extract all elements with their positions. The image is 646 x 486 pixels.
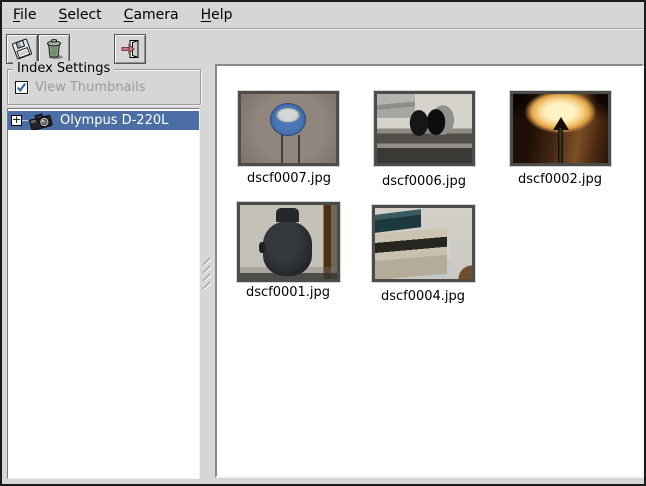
menu-help[interactable]: Help	[198, 5, 236, 25]
menu-help-mnemonic: H	[201, 7, 212, 23]
pane-resize-handle[interactable]	[202, 257, 212, 290]
camera-icon	[28, 112, 54, 130]
thumbnail-filename: dscf0001.jpg	[218, 285, 358, 300]
grip-lines-icon	[202, 257, 212, 290]
menu-select-mnemonic: S	[58, 7, 67, 23]
photo-guitar-case-art	[263, 221, 312, 276]
menu-file[interactable]: File	[10, 5, 39, 25]
thumbnail-filename: dscf0006.jpg	[354, 174, 494, 189]
thumbnail-panel: dscf0007.jpg dscf0006.jpg dscf0002.jpg d…	[215, 64, 644, 478]
checkmark-icon	[16, 82, 27, 93]
menu-camera[interactable]: Camera	[121, 5, 182, 25]
thumbnail-filename: dscf0007.jpg	[219, 171, 359, 186]
menu-camera-mnemonic: C	[124, 7, 134, 23]
exit-door-icon	[118, 37, 142, 61]
exit-button[interactable]	[114, 34, 146, 64]
delete-button[interactable]	[38, 34, 70, 64]
trash-icon	[42, 37, 66, 61]
thumbnail-dscf0007[interactable]	[238, 91, 339, 166]
menu-help-rest: elp	[211, 7, 232, 23]
floppy-disk-icon	[10, 37, 34, 61]
thumbnail-dscf0001[interactable]	[237, 202, 340, 282]
photo-printer-panel-art	[424, 237, 449, 277]
view-thumbnails-label: View Thumbnails	[35, 80, 146, 95]
menu-file-mnemonic: F	[13, 7, 20, 23]
checkbox-box	[15, 81, 28, 94]
tree-item-label: Olympus D-220L	[60, 113, 168, 128]
camera-tree: + Olympus D-220L	[7, 108, 200, 479]
thumbnail-filename: dscf0002.jpg	[490, 172, 630, 187]
menu-bar: File Select Camera Help	[2, 2, 644, 29]
menu-camera-rest: amera	[133, 7, 178, 23]
save-button[interactable]	[6, 34, 38, 64]
thumbnail-dscf0002[interactable]	[510, 91, 611, 166]
view-thumbnails-checkbox[interactable]: View Thumbnails	[15, 80, 146, 95]
menu-select[interactable]: Select	[55, 5, 104, 25]
tree-item-olympus-d220l[interactable]: + Olympus D-220L	[8, 111, 199, 130]
index-settings-frame: Index Settings View Thumbnails	[7, 69, 201, 105]
menu-select-rest: elect	[67, 7, 101, 23]
thumbnail-dscf0006[interactable]	[374, 91, 475, 166]
menu-file-rest: ile	[20, 7, 36, 23]
gtkam-window: File Select Camera Help	[0, 0, 646, 486]
thumbnail-dscf0004[interactable]	[372, 205, 475, 282]
expander-plus-icon[interactable]: +	[11, 115, 22, 126]
index-settings-title: Index Settings	[13, 61, 114, 76]
thumbnail-filename: dscf0004.jpg	[353, 289, 493, 304]
